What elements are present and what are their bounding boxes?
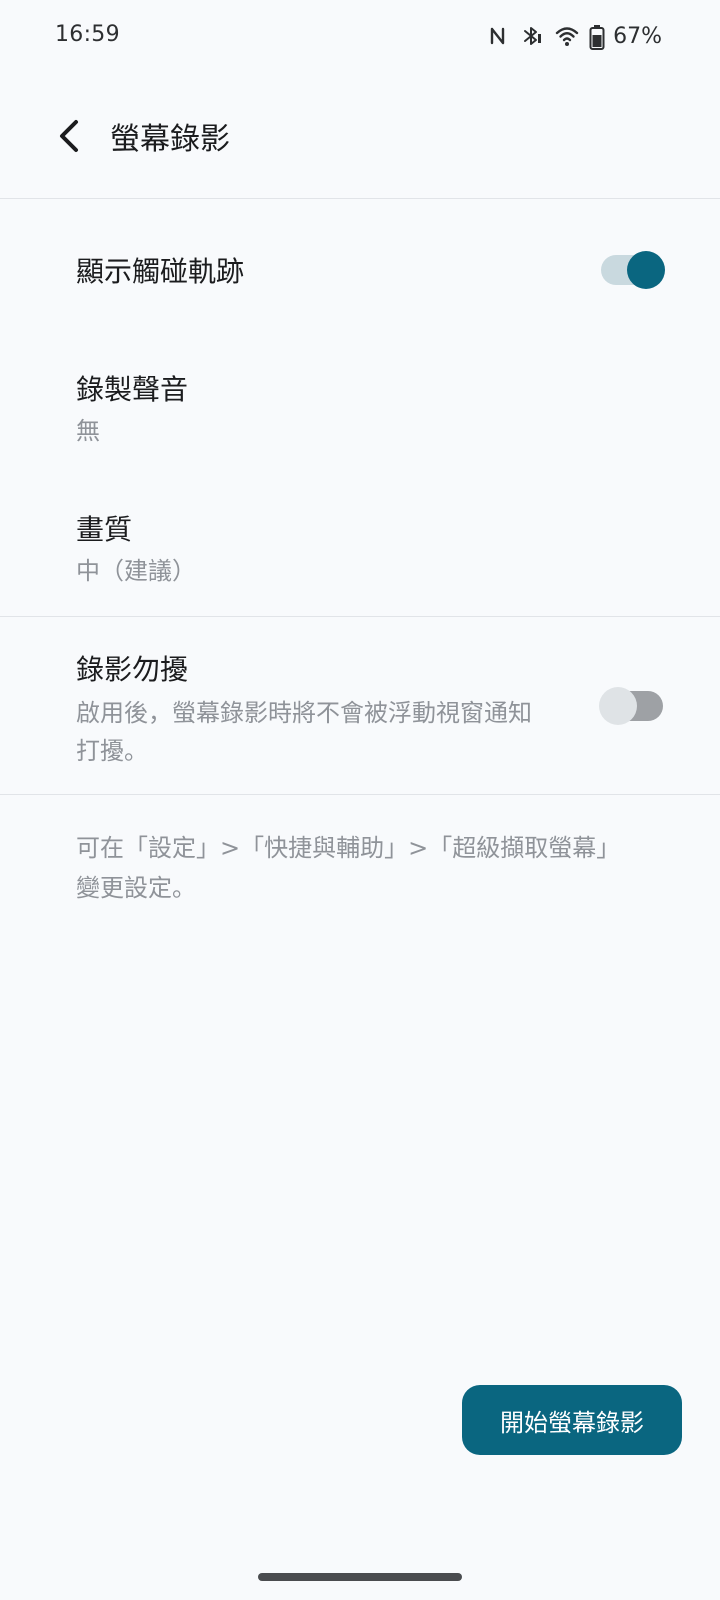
- status-time: 16:59: [55, 22, 120, 47]
- bluetooth-icon: [521, 24, 543, 48]
- settings-hint: 可在「設定」>「快捷與輔助」>「超級擷取螢幕」變更設定。: [76, 834, 621, 902]
- toggle-knob: [627, 251, 665, 289]
- setting-title: 錄製聲音: [76, 373, 189, 406]
- setting-value: 中（建議）: [76, 557, 196, 585]
- toggle-knob: [599, 687, 637, 725]
- divider: [0, 616, 720, 617]
- dnd-toggle[interactable]: [599, 687, 663, 725]
- back-arrow-icon: [60, 120, 78, 152]
- app-bar: 螢幕錄影: [0, 100, 720, 172]
- setting-title: 錄影勿擾: [76, 653, 189, 686]
- battery-percent: 67%: [613, 23, 662, 49]
- back-button[interactable]: [42, 108, 98, 164]
- wifi-icon: [555, 24, 579, 48]
- setting-record-audio[interactable]: 錄製聲音 無: [0, 350, 720, 460]
- setting-title: 顯示觸碰軌跡: [76, 255, 245, 288]
- nfc-icon: [487, 24, 509, 48]
- divider: [0, 198, 720, 199]
- status-icons: 67%: [487, 22, 662, 50]
- divider: [0, 794, 720, 795]
- setting-value: 無: [76, 417, 100, 445]
- setting-quality[interactable]: 畫質 中（建議）: [0, 490, 720, 600]
- page-title: 螢幕錄影: [110, 122, 230, 157]
- home-indicator[interactable]: [258, 1573, 462, 1581]
- setting-show-touches[interactable]: 顯示觸碰軌跡: [0, 222, 720, 314]
- show-touches-toggle[interactable]: [601, 251, 665, 289]
- setting-description: 啟用後，螢幕錄影時將不會被浮動視窗通知打擾。: [76, 699, 532, 765]
- start-recording-button[interactable]: 開始螢幕錄影: [462, 1385, 682, 1455]
- battery-icon: [589, 24, 605, 50]
- setting-title: 畫質: [76, 513, 133, 546]
- setting-dnd[interactable]: 錄影勿擾 啟用後，螢幕錄影時將不會被浮動視窗通知打擾。: [0, 630, 720, 780]
- status-bar: 16:59 67%: [0, 0, 720, 72]
